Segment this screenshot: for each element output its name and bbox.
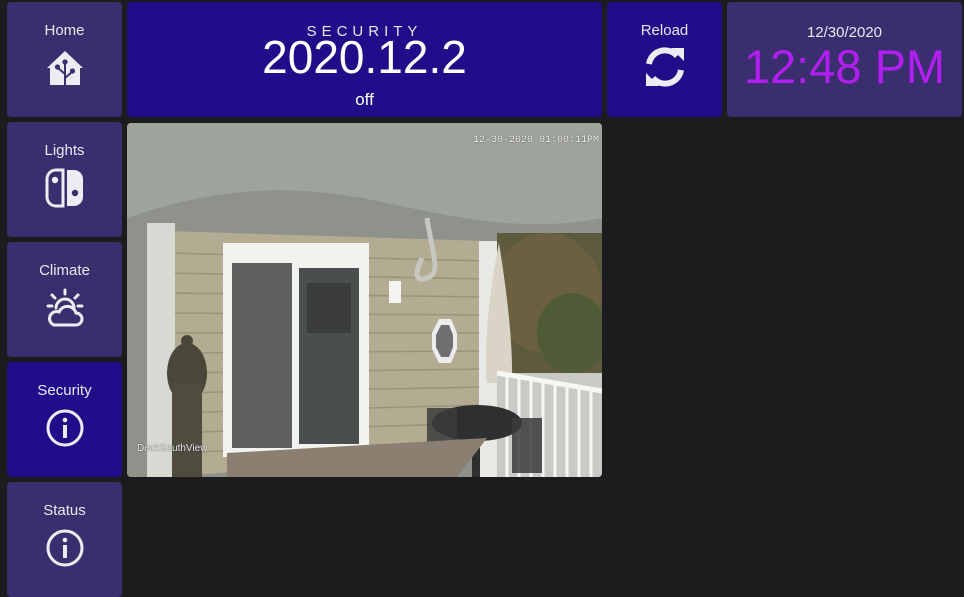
reload-label: Reload	[640, 22, 689, 39]
nav-lights-label: Lights	[44, 142, 85, 159]
nav-home-label: Home	[44, 22, 85, 39]
information-icon	[45, 528, 85, 568]
information-icon	[45, 408, 85, 448]
security-value: 2020.12.2	[262, 31, 467, 83]
reload-button[interactable]: Reload	[607, 2, 722, 117]
camera-image	[127, 123, 602, 477]
weather-partly-cloudy-icon	[45, 288, 85, 328]
camera-feed[interactable]: 12-30-2020 01:00:11PM DeckSouthView	[127, 123, 602, 477]
nintendo-switch-icon	[45, 168, 85, 208]
camera-timestamp: 12-30-2020 01:00:11PM	[472, 135, 599, 146]
nav-climate[interactable]: Climate	[7, 242, 122, 357]
nav-status[interactable]: Status	[7, 482, 122, 597]
clock-time: 12:48 PM	[743, 40, 946, 93]
clock-tile: 12/30/2020 12:48 PM	[727, 2, 962, 117]
nav-lights[interactable]: Lights	[7, 122, 122, 237]
nav-status-label: Status	[43, 502, 86, 519]
nav-home[interactable]: Home	[7, 2, 122, 117]
security-version-tile[interactable]: SECURITY 2020.12.2 off	[127, 2, 602, 117]
camera-name: DeckSouthView	[137, 443, 208, 454]
nav-security[interactable]: Security	[7, 362, 122, 477]
refresh-icon	[642, 44, 688, 90]
nav-security-label: Security	[37, 382, 92, 399]
nav-climate-label: Climate	[39, 262, 90, 279]
security-state: off	[355, 90, 374, 109]
home-assistant-icon	[45, 48, 85, 88]
